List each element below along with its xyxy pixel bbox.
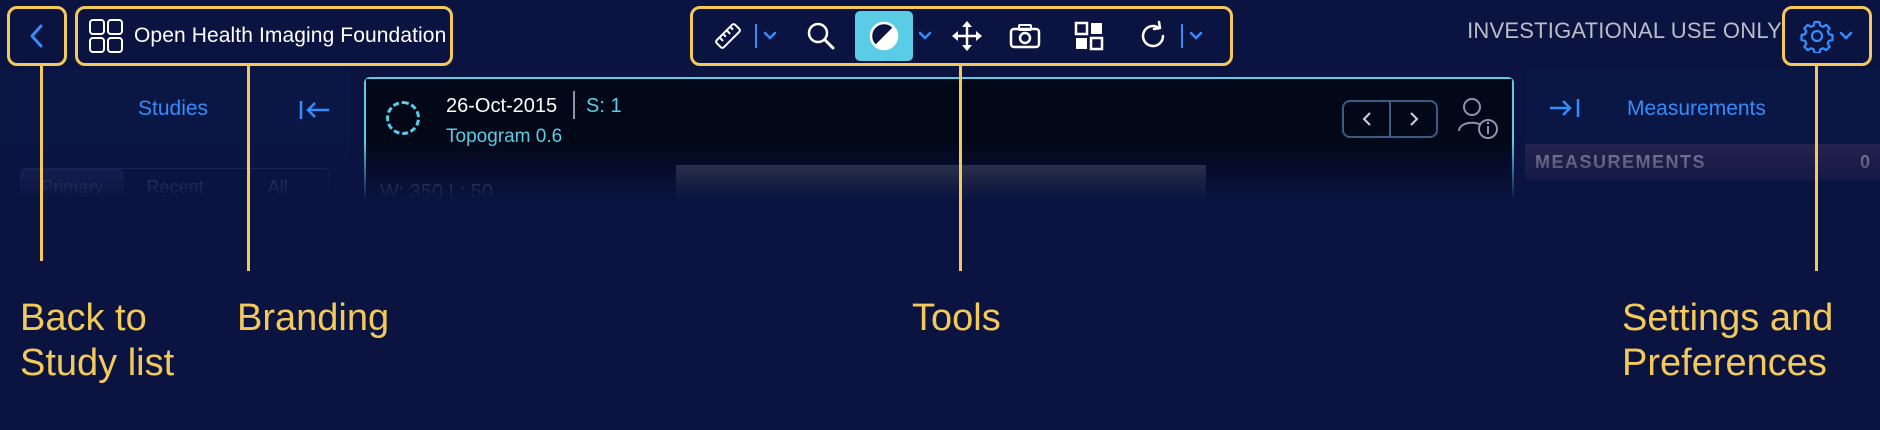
brand-name: Open Health Imaging Foundation [134, 24, 447, 47]
investigational-notice: INVESTIGATIONAL USE ONLY [1467, 18, 1782, 43]
toolbar-divider [1181, 24, 1183, 48]
ohif-logo-icon [89, 19, 123, 53]
header-bar: Open Health Imaging Foundation INVESTIGA… [0, 0, 1880, 70]
back-callout-label: Back to Study list [20, 297, 175, 384]
next-series-button[interactable] [1391, 102, 1436, 136]
series-navigation [1342, 100, 1438, 138]
window-level-icon [869, 21, 899, 51]
chevron-down-icon [763, 31, 777, 40]
settings-callout-label: Settings and Preferences [1622, 297, 1834, 384]
studies-panel: Studies Primary Recent All [0, 70, 350, 200]
window-level-dropdown[interactable] [913, 11, 937, 61]
measure-tool-button[interactable] [703, 11, 753, 61]
layout-tool-button[interactable] [1057, 11, 1121, 61]
gear-icon [1800, 20, 1834, 53]
study-date: 26-Oct-2015 [446, 95, 558, 117]
capture-tool-button[interactable] [993, 11, 1057, 61]
window-level-tool-button[interactable] [855, 11, 913, 61]
measurements-count: 0 [1859, 151, 1870, 172]
series-number: S: 1 [586, 95, 622, 117]
collapse-left-icon[interactable] [298, 98, 332, 122]
series-description: Topogram 0.6 [446, 126, 563, 147]
measure-tool-dropdown[interactable] [759, 11, 781, 61]
measurements-panel-title: Measurements [1627, 97, 1766, 120]
measurements-section-header: MEASUREMENTS 0 [1525, 144, 1880, 180]
chevron-right-icon [1409, 112, 1418, 126]
workspace: Studies Primary Recent All 26-Oct-2015 S… [0, 70, 1880, 200]
chevron-down-icon [1189, 31, 1203, 40]
settings-button[interactable] [1782, 6, 1872, 66]
study-tabs: Primary Recent All [20, 168, 330, 200]
settings-callout-line [1815, 66, 1818, 271]
chevron-down-icon [918, 31, 932, 40]
measurements-panel: Measurements MEASUREMENTS 0 [1525, 70, 1880, 200]
rotate-tool-button[interactable] [1127, 11, 1179, 61]
expand-right-icon[interactable] [1547, 96, 1581, 120]
layout-icon [1074, 21, 1104, 51]
image-preview [676, 165, 1206, 200]
branding[interactable]: Open Health Imaging Foundation [75, 6, 453, 66]
back-callout-line [40, 66, 43, 261]
tab-recent[interactable]: Recent [124, 169, 227, 200]
zoom-icon [807, 22, 835, 50]
rotate-tool-dropdown[interactable] [1185, 11, 1207, 61]
tools-callout-line [959, 66, 962, 271]
zoom-tool-button[interactable] [791, 11, 851, 61]
camera-icon [1009, 24, 1041, 49]
tools-callout-label: Tools [912, 297, 1001, 339]
header-divider [573, 91, 575, 119]
patient-info-icon[interactable] [1456, 95, 1500, 141]
ruler-icon [715, 23, 741, 49]
window-level-overlay: W: 350 L: 50 [380, 181, 494, 200]
tab-all[interactable]: All [226, 169, 329, 200]
branding-callout-label: Branding [237, 297, 390, 339]
branding-callout-line [247, 66, 250, 271]
measurements-section-title: MEASUREMENTS [1535, 151, 1707, 172]
toolbar-divider [755, 24, 757, 48]
back-to-study-list-button[interactable] [7, 6, 67, 66]
chevron-down-icon [1839, 31, 1853, 40]
tracking-status-icon [386, 101, 420, 135]
rotate-icon [1141, 20, 1165, 48]
toolbar [690, 6, 1233, 66]
chevron-left-icon [30, 24, 43, 48]
pan-icon [952, 21, 982, 51]
chevron-left-icon [1362, 112, 1371, 126]
viewport[interactable]: 26-Oct-2015 S: 1 Topogram 0.6 W: 350 L: … [364, 77, 1514, 200]
pan-tool-button[interactable] [941, 11, 993, 61]
previous-series-button[interactable] [1344, 102, 1391, 136]
tab-primary[interactable]: Primary [21, 169, 124, 200]
studies-panel-title: Studies [138, 97, 209, 120]
